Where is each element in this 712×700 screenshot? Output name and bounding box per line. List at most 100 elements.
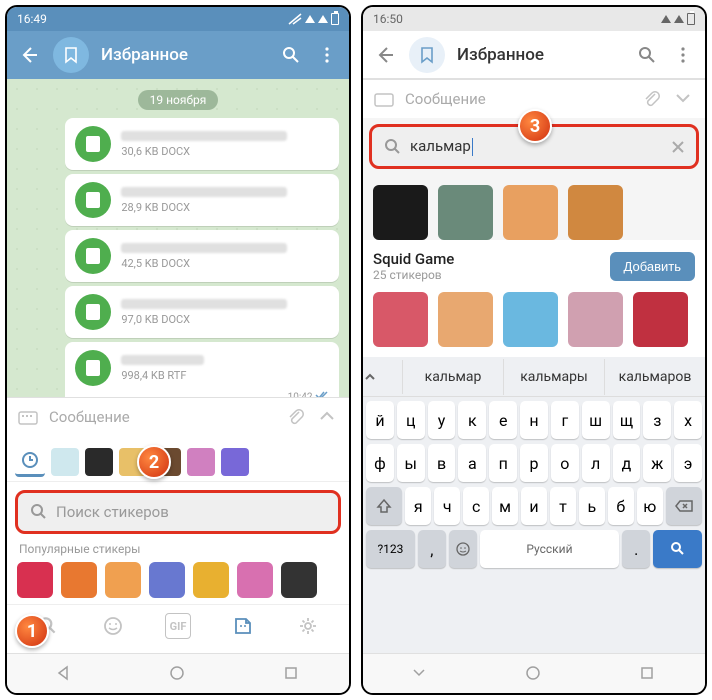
key[interactable]: и <box>521 487 547 525</box>
sticker-item[interactable] <box>633 292 688 347</box>
key[interactable]: ф <box>366 444 394 482</box>
more-icon[interactable] <box>315 43 339 67</box>
key[interactable]: ю <box>637 487 663 525</box>
backspace-key[interactable] <box>666 487 702 525</box>
sticker-item[interactable] <box>373 292 428 347</box>
add-pack-button[interactable]: Добавить <box>610 252 695 281</box>
key[interactable]: е <box>489 401 517 439</box>
saved-messages-avatar[interactable] <box>409 37 445 73</box>
sticker-item[interactable] <box>373 185 428 240</box>
sticker-item[interactable] <box>281 562 317 598</box>
key[interactable]: э <box>674 444 702 482</box>
attach-icon[interactable] <box>641 88 663 110</box>
sticker-item[interactable] <box>149 562 185 598</box>
sticker-pack-tab[interactable] <box>85 448 113 476</box>
key[interactable]: щ <box>613 401 641 439</box>
enter-key[interactable] <box>653 530 702 568</box>
key[interactable]: п <box>489 444 517 482</box>
shift-key[interactable] <box>366 487 402 525</box>
nav-recent[interactable] <box>639 665 657 683</box>
message-input[interactable]: Сообщение <box>49 408 275 426</box>
sticker-pack-tab[interactable] <box>51 448 79 476</box>
message-input[interactable]: Сообщение <box>405 90 631 108</box>
message-bubble[interactable]: 97,0 KB DOCX <box>65 286 339 338</box>
period-key[interactable]: . <box>622 530 650 568</box>
symbols-key[interactable]: ?123 <box>366 530 415 568</box>
space-key[interactable]: Русский <box>480 530 620 568</box>
back-icon[interactable] <box>373 43 397 67</box>
saved-messages-avatar[interactable] <box>53 37 89 73</box>
search-icon[interactable] <box>635 43 659 67</box>
sticker-item[interactable] <box>193 562 229 598</box>
sticker-item[interactable] <box>438 292 493 347</box>
nav-back[interactable] <box>55 665 73 683</box>
key[interactable]: ж <box>643 444 671 482</box>
sticker-item[interactable] <box>568 292 623 347</box>
emoji-key[interactable] <box>449 530 477 568</box>
key[interactable]: т <box>550 487 576 525</box>
key[interactable]: б <box>608 487 634 525</box>
message-bubble[interactable]: 30,6 KB DOCX <box>65 118 339 170</box>
key[interactable]: я <box>405 487 431 525</box>
stickers-tab[interactable] <box>230 613 256 639</box>
key[interactable]: у <box>428 401 456 439</box>
keyboard-icon[interactable] <box>373 88 395 110</box>
key[interactable]: в <box>428 444 456 482</box>
recent-tab[interactable] <box>15 447 45 477</box>
message-bubble[interactable]: 42,5 KB DOCX <box>65 230 339 282</box>
sticker-item[interactable] <box>503 185 558 240</box>
settings-tab[interactable] <box>295 613 321 639</box>
nav-back[interactable] <box>411 665 429 683</box>
key[interactable]: ы <box>397 444 425 482</box>
gif-tab[interactable]: GIF <box>165 613 192 639</box>
key[interactable]: а <box>458 444 486 482</box>
chat-area[interactable]: 19 ноября 30,6 KB DOCX 28,9 KB DOCX 42,5… <box>7 79 349 397</box>
search-icon[interactable] <box>279 43 303 67</box>
nav-home[interactable] <box>169 665 187 683</box>
suggestion-item[interactable]: кальмары <box>504 359 605 395</box>
key[interactable]: г <box>551 401 579 439</box>
suggestion-item[interactable]: кальмаров <box>605 359 705 395</box>
key[interactable]: с <box>463 487 489 525</box>
message-bubble[interactable]: 998,4 KB RTF 10:42 <box>65 342 339 397</box>
attach-icon[interactable] <box>285 406 307 428</box>
sticker-item[interactable] <box>237 562 273 598</box>
key[interactable]: ь <box>579 487 605 525</box>
collapse-icon[interactable] <box>673 88 695 110</box>
key[interactable]: ц <box>397 401 425 439</box>
comma-key[interactable]: , <box>418 530 446 568</box>
sticker-pack-tab[interactable] <box>221 448 249 476</box>
key[interactable]: ш <box>582 401 610 439</box>
key[interactable]: ч <box>434 487 460 525</box>
sticker-item[interactable] <box>568 185 623 240</box>
key[interactable]: н <box>520 401 548 439</box>
key[interactable]: з <box>643 401 671 439</box>
sticker-item[interactable] <box>503 292 558 347</box>
message-bubble[interactable]: 28,9 KB DOCX <box>65 174 339 226</box>
key[interactable]: л <box>582 444 610 482</box>
more-icon[interactable] <box>671 43 695 67</box>
key[interactable]: й <box>366 401 394 439</box>
back-icon[interactable] <box>17 43 41 67</box>
nav-recent[interactable] <box>283 665 301 683</box>
suggestion-item[interactable]: кальмар <box>403 359 504 395</box>
sticker-item[interactable] <box>61 562 97 598</box>
emoji-tab[interactable] <box>100 613 126 639</box>
key[interactable]: р <box>520 444 548 482</box>
sticker-pack-tab[interactable] <box>187 448 215 476</box>
sticker-search-box[interactable]: Поиск стикеров <box>15 490 341 534</box>
key[interactable]: к <box>458 401 486 439</box>
nav-home[interactable] <box>525 665 543 683</box>
expand-suggestions[interactable] <box>363 360 403 394</box>
expand-icon[interactable] <box>317 406 339 428</box>
callout-marker-1: 1 <box>15 614 49 648</box>
sticker-item[interactable] <box>105 562 141 598</box>
key[interactable]: м <box>492 487 518 525</box>
keyboard-icon[interactable] <box>17 406 39 428</box>
key[interactable]: х <box>674 401 702 439</box>
sticker-item[interactable] <box>17 562 53 598</box>
sticker-item[interactable] <box>438 185 493 240</box>
key[interactable]: д <box>613 444 641 482</box>
key[interactable]: о <box>551 444 579 482</box>
clear-icon[interactable] <box>670 139 686 155</box>
